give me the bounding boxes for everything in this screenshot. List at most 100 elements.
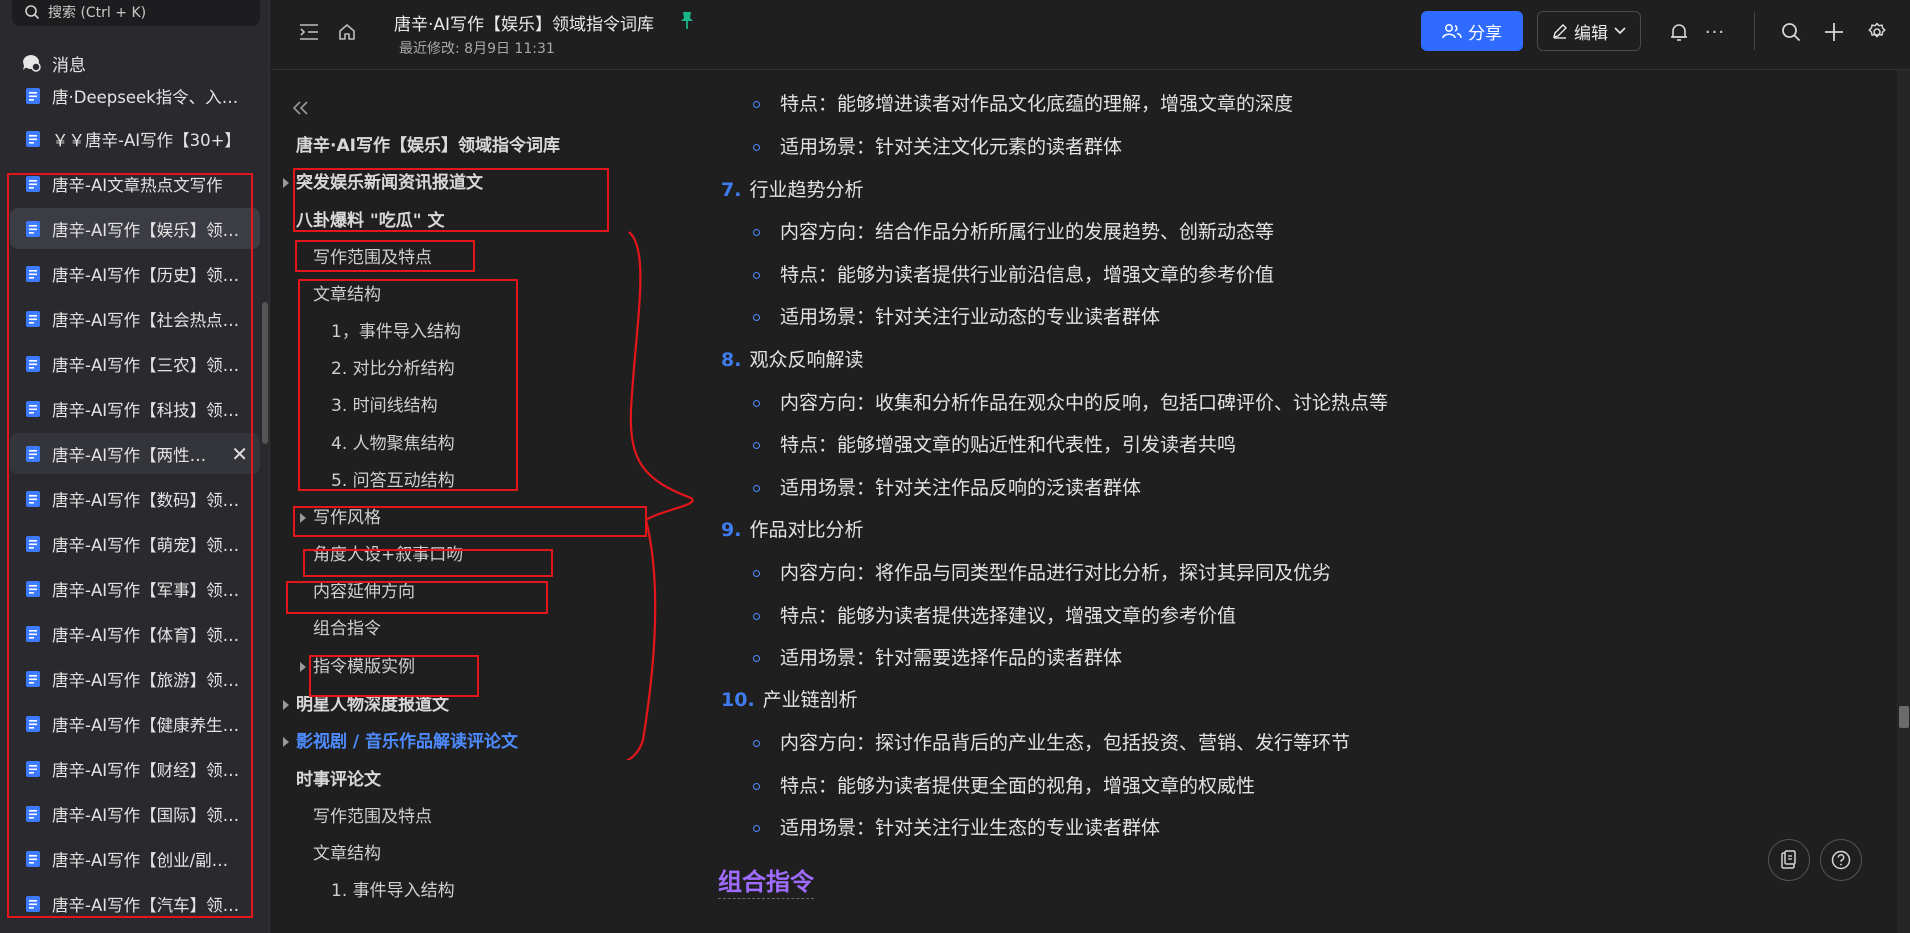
doc-icon <box>26 220 40 237</box>
outline-item[interactable]: 指令模版实例 <box>313 654 415 680</box>
list-item[interactable]: 唐辛-AI文章热点文写作 <box>10 163 260 204</box>
share-button[interactable]: 分享 <box>1421 11 1523 51</box>
numbered-heading: 9. 作品对比分析 <box>721 515 863 545</box>
list-item[interactable]: 唐辛-AI写作【旅游】领域指令词库 <box>10 658 260 699</box>
outline-item[interactable]: 文章结构 <box>313 841 381 867</box>
doc-icon <box>26 805 40 822</box>
pencil-icon <box>1553 24 1567 39</box>
list-item-label: 唐辛-AI写作【汽车】领域指令词库 <box>52 895 242 915</box>
annotation-brace <box>625 231 694 760</box>
list-item-label: 唐辛-AI写作【历史】领域指令词库 <box>52 265 242 285</box>
list-item[interactable]: 唐辛-AI写作【国际】领域指令词库 <box>10 793 260 834</box>
outline-item[interactable]: 5. 问答互动结构 <box>331 468 455 494</box>
outline-item[interactable]: 时事评论文 <box>296 767 381 793</box>
doc-icon <box>26 760 40 777</box>
outline-item[interactable]: 唐辛·AI写作【娱乐】领域指令词库 <box>296 133 560 159</box>
outline-item[interactable]: 写作范围及特点 <box>313 245 432 271</box>
expand-arrow-icon[interactable] <box>300 662 306 672</box>
outline-item[interactable]: 内容延伸方向 <box>313 579 415 605</box>
help-button[interactable] <box>1820 839 1862 881</box>
outline-item-active[interactable]: 影视剧 / 音乐作品解读评论文 <box>296 729 518 755</box>
outline-item[interactable]: 4. 人物聚焦结构 <box>331 431 455 457</box>
doc-icon <box>26 88 40 104</box>
list-item-label: 唐辛-AI写作【旅游】领域指令词库 <box>52 670 242 690</box>
list-item[interactable]: 唐辛-AI写作【汽车】领域指令词库 <box>10 883 260 924</box>
expand-arrow-icon[interactable] <box>283 700 289 710</box>
doc-icon <box>26 445 40 462</box>
list-item-selected[interactable]: 唐辛-AI写作【娱乐】领域指令词库 <box>10 208 260 249</box>
content-scrollbar-thumb[interactable] <box>1899 706 1909 728</box>
heading-number: 9. <box>721 519 742 541</box>
bullet-icon <box>753 144 760 151</box>
list-item[interactable]: ￥￥唐辛-AI写作【30+】 <box>10 118 260 159</box>
list-item-label: 唐辛-AI写作【健康养生】领域指令词库 <box>52 715 242 735</box>
list-item[interactable]: 唐辛-AI写作【军事】领域指令词库 <box>10 568 260 609</box>
list-item[interactable]: 唐辛-AI写作【健康养生】领域指令词库 <box>10 703 260 744</box>
sidebar-scrollbar[interactable] <box>262 302 268 444</box>
sidebar: 搜索 (Ctrl + K) 消息 唐·Deepseek指令、入门到精通 ￥￥唐辛… <box>0 0 270 933</box>
bullet-icon <box>753 740 760 747</box>
bell-icon[interactable] <box>1667 20 1691 44</box>
edit-button[interactable]: 编辑 <box>1537 11 1641 51</box>
pin-icon[interactable] <box>679 11 697 31</box>
search-input[interactable]: 搜索 (Ctrl + K) <box>12 0 260 26</box>
numbered-heading: 10. 产业链剖析 <box>721 685 858 715</box>
list-item[interactable]: 唐辛-AI写作【财经】领域指令词库 <box>10 748 260 789</box>
outline-item[interactable]: 突发娱乐新闻资讯报道文 <box>296 170 483 196</box>
list-item[interactable]: 唐·Deepseek指令、入门到精通 <box>10 78 260 114</box>
toggle-outline-icon[interactable] <box>297 20 321 44</box>
doc-icon <box>26 355 40 372</box>
outline-item[interactable]: 2. 对比分析结构 <box>331 356 455 382</box>
outline-toggle-button[interactable] <box>1768 839 1810 881</box>
outline-item[interactable]: 1，事件导入结构 <box>331 319 461 345</box>
doc-icon <box>26 850 40 867</box>
outline-item[interactable]: 角度人设+叙事口吻 <box>313 542 463 568</box>
outline-panel: 唐辛·AI写作【娱乐】领域指令词库 突发娱乐新闻资讯报道文 八卦爆料 "吃瓜" … <box>271 70 694 933</box>
collapse-outline-icon[interactable] <box>291 98 311 118</box>
share-label: 分享 <box>1468 23 1502 44</box>
document-content: 特点：能够增进读者对作品文化底蕴的理解，增强文章的深度 适用场景：针对关注文化元… <box>691 70 1891 933</box>
content-line: 特点：能够为读者提供选择建议，增强文章的参考价值 <box>780 605 1237 627</box>
close-icon[interactable]: ✕ <box>231 442 248 466</box>
list-item-label: 唐辛-AI文章热点文写作 <box>52 175 223 195</box>
list-item-label: 唐辛-AI写作【数码】领域指令词库 <box>52 490 242 510</box>
header: 唐辛·AI写作【娱乐】领域指令词库 最近修改: 8月9日 11:31 分享 编辑… <box>271 0 1910 70</box>
bullet-icon <box>753 783 760 790</box>
expand-arrow-icon[interactable] <box>300 513 306 523</box>
outline-item[interactable]: 八卦爆料 "吃瓜" 文 <box>296 208 445 234</box>
header-divider <box>1754 12 1755 50</box>
list-item[interactable]: 唐辛-AI写作【三农】领域指令词库 <box>10 343 260 384</box>
outline-item[interactable]: 3. 时间线结构 <box>331 393 438 419</box>
outline-item[interactable]: 写作风格 <box>313 505 381 531</box>
content-line: 内容方向：将作品与同类型作品进行对比分析，探讨其异同及优劣 <box>780 562 1332 584</box>
gear-icon[interactable] <box>1865 20 1889 44</box>
list-item[interactable]: 唐辛-AI写作【社会热点】领域指令词库 <box>10 298 260 339</box>
numbered-heading: 7. 行业趋势分析 <box>721 175 863 205</box>
outline-item[interactable]: 写作范围及特点 <box>313 804 432 830</box>
doc-icon <box>26 895 40 912</box>
home-icon[interactable] <box>335 20 359 44</box>
content-scrollbar[interactable] <box>1897 70 1910 933</box>
outline-item[interactable]: 明星人物深度报道文 <box>296 692 449 718</box>
outline-item[interactable]: 组合指令 <box>313 616 381 642</box>
list-item[interactable]: 唐辛-AI写作【创业/副业】领域指令词库 <box>10 838 260 879</box>
plus-icon[interactable] <box>1822 20 1846 44</box>
search-icon[interactable] <box>1779 20 1803 44</box>
heading-text: 作品对比分析 <box>749 519 864 541</box>
outline-item[interactable]: 1. 事件导入结构 <box>331 878 455 904</box>
expand-arrow-icon[interactable] <box>283 737 289 747</box>
sidebar-item-messages[interactable]: 消息 <box>20 48 86 78</box>
heading-number: 8. <box>721 349 742 371</box>
outline-item[interactable]: 文章结构 <box>313 282 381 308</box>
list-item[interactable]: 唐辛-AI写作【体育】领域指令词库 <box>10 613 260 654</box>
expand-arrow-icon[interactable] <box>283 178 289 188</box>
list-item[interactable]: 唐辛-AI写作【萌宠】领域指令词库 <box>10 523 260 564</box>
content-line: 特点：能够增强文章的贴近性和代表性，引发读者共鸣 <box>780 434 1237 456</box>
bullet-icon <box>753 442 760 449</box>
list-item[interactable]: 唐辛-AI写作【数码】领域指令词库 <box>10 478 260 519</box>
chevron-down-icon <box>1614 27 1626 35</box>
list-item[interactable]: 唐辛-AI写作【历史】领域指令词库 <box>10 253 260 294</box>
more-icon[interactable]: ··· <box>1703 20 1727 44</box>
list-item[interactable]: 唐辛-AI写作【科技】领域指令词库 <box>10 388 260 429</box>
list-item-hovered[interactable]: 唐辛-AI写作【两性情感】领域指令词库 ✕ <box>10 433 260 474</box>
